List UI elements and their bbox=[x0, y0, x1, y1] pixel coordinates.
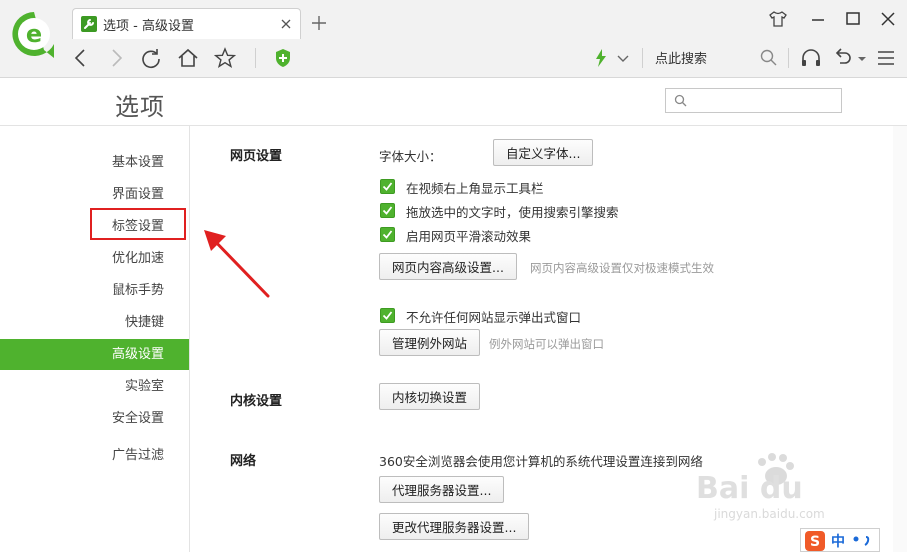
back-icon[interactable] bbox=[70, 47, 92, 69]
manage-exceptions-button[interactable]: 管理例外网站 bbox=[379, 329, 481, 356]
sidebar-item-optimize[interactable]: 优化加速 bbox=[0, 243, 189, 274]
undo-dropdown-icon[interactable] bbox=[853, 47, 875, 69]
search-icon bbox=[674, 94, 687, 107]
toolbar-separator bbox=[788, 48, 789, 68]
home-icon[interactable] bbox=[177, 47, 199, 69]
address-search-label[interactable]: 点此搜索 bbox=[655, 48, 707, 67]
browser-logo-icon[interactable]: e bbox=[10, 10, 58, 64]
undo-icon[interactable] bbox=[832, 47, 854, 69]
ime-mode-label: 中 bbox=[831, 534, 845, 550]
lightning-icon[interactable] bbox=[590, 47, 612, 69]
smooth-scroll-checkbox[interactable] bbox=[380, 227, 395, 242]
section-title-kernel: 内核设置 bbox=[230, 394, 283, 409]
sidebar-item-basic[interactable]: 基本设置 bbox=[0, 147, 189, 178]
block-popups-checkbox[interactable] bbox=[380, 308, 395, 323]
sogou-s-icon: S bbox=[805, 531, 825, 551]
checkbox-label: 在视频右上角显示工具栏 bbox=[406, 181, 544, 196]
sidebar-item-mouse-gestures[interactable]: 鼠标手势 bbox=[0, 275, 189, 306]
skin-icon[interactable] bbox=[768, 10, 788, 28]
page-title: 选项 bbox=[115, 93, 165, 121]
sidebar-item-tabs[interactable]: 标签设置 bbox=[0, 211, 189, 242]
settings-search-box[interactable] bbox=[665, 88, 842, 113]
vertical-scrollbar[interactable] bbox=[893, 126, 907, 552]
checkbox-label: 拖放选中的文字时，使用搜索引擎搜索 bbox=[406, 205, 619, 220]
active-tab[interactable]: 选项 - 高级设置 bbox=[72, 8, 301, 39]
sidebar-item-interface[interactable]: 界面设置 bbox=[0, 179, 189, 210]
browser-window: e 选项 - 高级设置 点此搜索 选项 基本设置 界面设置 标签设置 优化加速 … bbox=[0, 0, 907, 552]
svg-text:e: e bbox=[26, 20, 42, 48]
sidebar-item-advanced[interactable]: 高级设置 bbox=[0, 339, 189, 370]
headphones-icon[interactable] bbox=[800, 47, 822, 69]
section-title-web: 网页设置 bbox=[230, 149, 283, 164]
sidebar-item-ad-filter[interactable]: 广告过滤 bbox=[0, 440, 189, 471]
settings-content: 网页设置 字体大小： 自定义字体... 在视频右上角显示工具栏 拖放选中的文字时… bbox=[191, 126, 907, 552]
close-window-icon[interactable] bbox=[878, 10, 898, 28]
toolbar-separator bbox=[255, 48, 256, 68]
kernel-switch-button[interactable]: 内核切换设置 bbox=[379, 383, 481, 410]
refresh-icon[interactable] bbox=[140, 47, 162, 69]
new-tab-icon[interactable] bbox=[310, 14, 328, 32]
settings-search-input[interactable] bbox=[692, 91, 837, 110]
minimize-icon[interactable] bbox=[808, 10, 828, 28]
custom-font-button[interactable]: 自定义字体... bbox=[493, 139, 594, 166]
tab-title: 选项 - 高级设置 bbox=[103, 19, 194, 34]
proxy-settings-button[interactable]: 代理服务器设置... bbox=[379, 476, 505, 503]
search-icon[interactable] bbox=[758, 47, 780, 69]
navigation-toolbar: 点此搜索 bbox=[60, 39, 907, 77]
advanced-content-button[interactable]: 网页内容高级设置... bbox=[379, 253, 517, 280]
settings-sidebar: 基本设置 界面设置 标签设置 优化加速 鼠标手势 快捷键 高级设置 实验室 安全… bbox=[0, 126, 190, 552]
browser-topbar: e 选项 - 高级设置 点此搜索 bbox=[0, 0, 907, 78]
security-shield-icon[interactable] bbox=[272, 47, 294, 69]
sidebar-item-security[interactable]: 安全设置 bbox=[0, 403, 189, 434]
menu-icon[interactable] bbox=[875, 47, 897, 69]
font-size-label: 字体大小： bbox=[379, 149, 442, 164]
chevron-down-icon[interactable] bbox=[612, 47, 634, 69]
network-description: 360安全浏览器会使用您计算机的系统代理设置连接到网络 bbox=[379, 454, 703, 469]
change-proxy-button[interactable]: 更改代理服务器设置... bbox=[379, 513, 530, 540]
svg-text:S: S bbox=[810, 534, 820, 550]
checkbox-label: 启用网页平滑滚动效果 bbox=[406, 229, 532, 244]
sidebar-item-shortcuts[interactable]: 快捷键 bbox=[0, 307, 189, 338]
close-tab-icon[interactable] bbox=[278, 16, 294, 32]
wrench-icon bbox=[81, 16, 97, 32]
ime-toolbar[interactable]: S 中 bbox=[800, 528, 880, 552]
options-header: 选项 bbox=[0, 78, 907, 126]
exceptions-hint: 例外网站可以弹出窗口 bbox=[489, 337, 604, 351]
sidebar-item-lab[interactable]: 实验室 bbox=[0, 371, 189, 402]
maximize-icon[interactable] bbox=[843, 10, 863, 28]
advanced-content-hint: 网页内容高级设置仅对极速模式生效 bbox=[530, 261, 714, 275]
video-toolbar-checkbox[interactable] bbox=[380, 179, 395, 194]
ime-punctuation-icon bbox=[853, 536, 870, 546]
star-icon[interactable] bbox=[214, 47, 236, 69]
toolbar-separator bbox=[642, 48, 643, 68]
section-title-network: 网络 bbox=[230, 454, 257, 469]
checkbox-label: 不允许任何网站显示弹出式窗口 bbox=[406, 310, 582, 325]
forward-icon[interactable] bbox=[105, 47, 127, 69]
drag-search-checkbox[interactable] bbox=[380, 203, 395, 218]
